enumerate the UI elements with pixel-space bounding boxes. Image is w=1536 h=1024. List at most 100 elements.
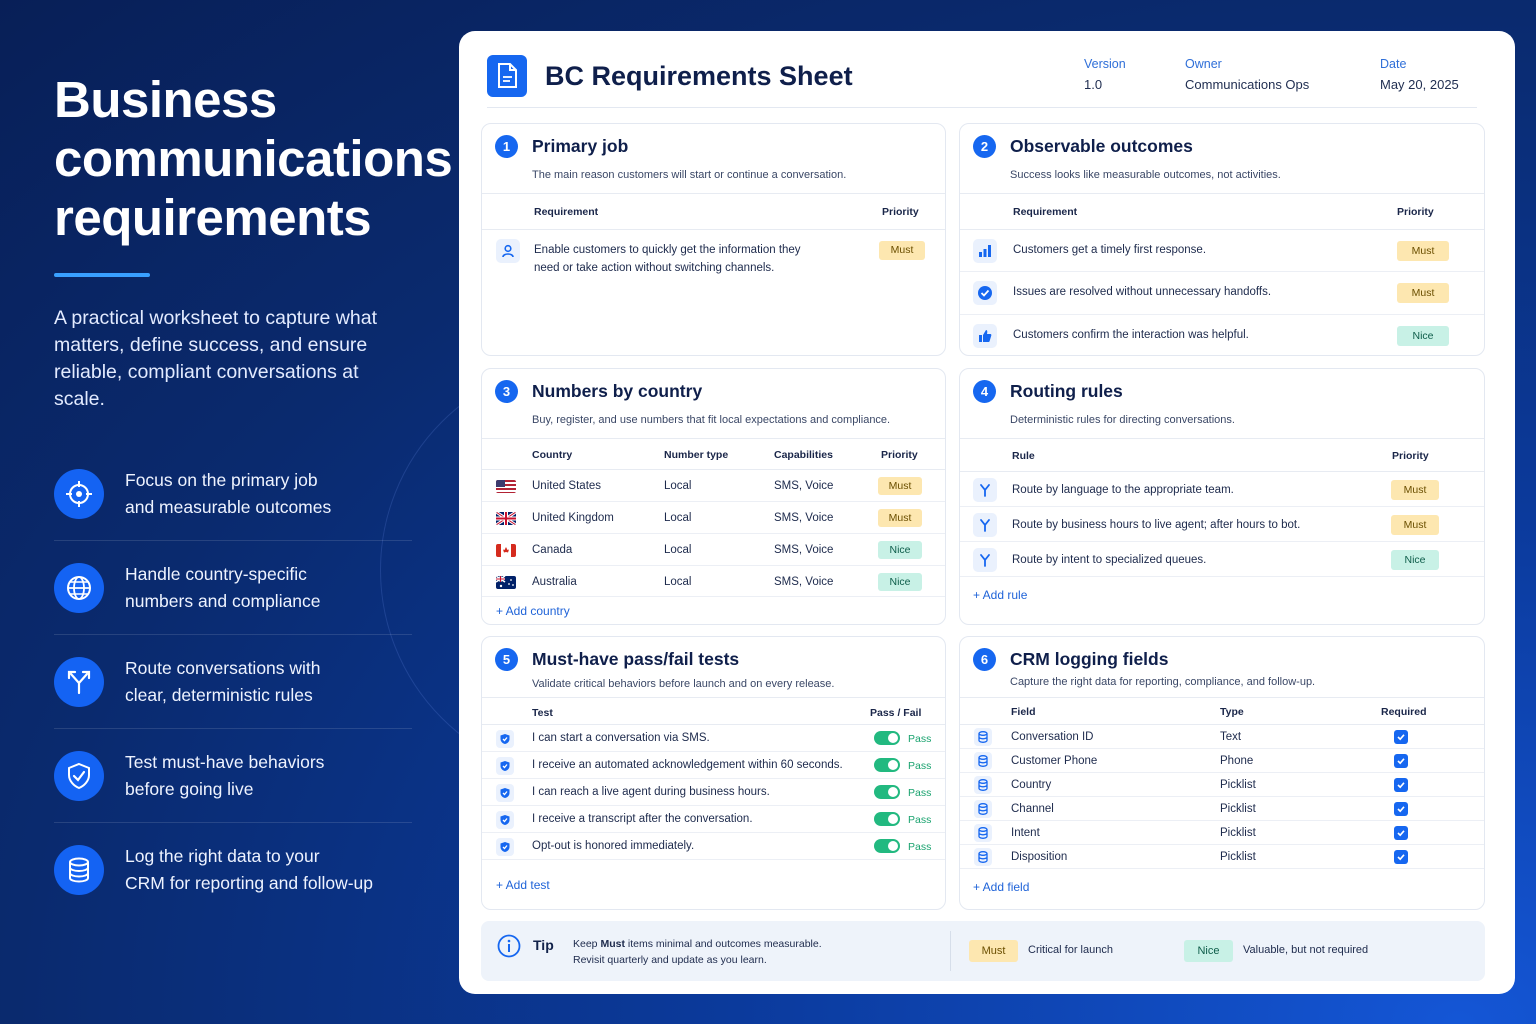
route-split-icon (973, 478, 997, 502)
pass-toggle[interactable] (874, 785, 900, 799)
shield-check-icon (496, 757, 514, 775)
crosshair-icon (54, 468, 104, 519)
info-icon (497, 934, 521, 958)
australia-flag-icon (496, 576, 516, 589)
section-numbers-by-country: 3 Numbers by country Buy, register, and … (481, 368, 946, 625)
table-row: Disposition Picklist (960, 845, 1484, 869)
required-checkbox[interactable] (1394, 850, 1408, 864)
route-split-icon (973, 548, 997, 572)
feature-item: Handle country-specific numbers and compl… (54, 541, 412, 635)
feature-item: Test must-have behaviors before going liv… (54, 729, 412, 823)
section-subtitle: The main reason customers will start or … (532, 169, 847, 181)
database-icon (974, 800, 992, 818)
pass-toggle[interactable] (874, 758, 900, 772)
required-checkbox[interactable] (1394, 730, 1408, 744)
table-row: I receive an automated acknowledgement w… (482, 752, 945, 779)
feature-item: Route conversations with clear, determini… (54, 635, 412, 729)
database-icon (974, 848, 992, 866)
table-row: Route by intent to specialized queues. N… (960, 542, 1484, 577)
table-row: Opt-out is honored immediately. Pass (482, 833, 945, 860)
route-split-icon (973, 513, 997, 537)
table-row: Customers get a timely first response. M… (960, 230, 1484, 272)
table-row: Enable customers to quickly get the info… (482, 230, 945, 290)
table-row: Conversation ID Text (960, 725, 1484, 749)
owner-meta: Owner Communications Ops (1185, 57, 1310, 92)
table-row: Channel Picklist (960, 797, 1484, 821)
table-row: I can reach a live agent during business… (482, 779, 945, 806)
section-subtitle: Success looks like measurable outcomes, … (1010, 169, 1281, 181)
table-row: Intent Picklist (960, 821, 1484, 845)
priority-badge: Must (1397, 241, 1449, 261)
document-icon (487, 55, 527, 97)
section-number: 1 (495, 135, 518, 158)
tip-bar: Tip Keep Must items minimal and outcomes… (481, 921, 1485, 981)
section-title: Primary job (532, 136, 629, 156)
table-header: Test Pass / Fail (482, 698, 945, 725)
add-test-button[interactable]: + Add test (496, 878, 550, 892)
priority-badge: Nice (878, 541, 922, 559)
section-number: 2 (973, 135, 996, 158)
section-number: 4 (973, 380, 996, 403)
section-subtitle: Validate critical behaviors before launc… (532, 678, 835, 690)
section-pass-fail-tests: 5 Must-have pass/fail tests Validate cri… (481, 636, 946, 910)
route-split-icon (54, 656, 104, 707)
table-row: Route by business hours to live agent; a… (960, 507, 1484, 542)
add-country-button[interactable]: + Add country (496, 604, 570, 618)
uk-flag-icon (496, 512, 516, 525)
must-legend-text: Critical for launch (1028, 944, 1113, 956)
table-row: I can start a conversation via SMS. Pass (482, 725, 945, 752)
section-title: Routing rules (1010, 381, 1123, 401)
bar-chart-icon (973, 239, 997, 263)
section-routing-rules: 4 Routing rules Deterministic rules for … (959, 368, 1485, 625)
pass-toggle[interactable] (874, 731, 900, 745)
sheet-header: BC Requirements Sheet Version 1.0 Owner … (487, 53, 1477, 108)
required-checkbox[interactable] (1394, 754, 1408, 768)
shield-check-icon (496, 838, 514, 856)
divider (950, 931, 951, 971)
table-row: Canada Local SMS, Voice Nice (482, 534, 945, 566)
shield-check-icon (496, 784, 514, 802)
section-subtitle: Deterministic rules for directing conver… (1010, 414, 1235, 426)
shield-check-icon (54, 750, 104, 801)
database-icon (974, 776, 992, 794)
globe-icon (54, 562, 104, 613)
priority-badge: Must (1397, 283, 1449, 303)
table-row: Customers confirm the interaction was he… (960, 315, 1484, 355)
pass-toggle[interactable] (874, 812, 900, 826)
add-rule-button[interactable]: + Add rule (973, 588, 1027, 602)
section-title: Must-have pass/fail tests (532, 649, 740, 669)
database-icon (974, 728, 992, 746)
required-checkbox[interactable] (1394, 802, 1408, 816)
intro-panel: Business communications requirements A p… (54, 70, 453, 917)
section-observable-outcomes: 2 Observable outcomes Success looks like… (959, 123, 1485, 356)
section-subtitle: Buy, register, and use numbers that fit … (532, 414, 891, 426)
us-flag-icon (496, 480, 516, 493)
table-header: Field Type Required (960, 698, 1484, 725)
must-legend-badge: Must (969, 940, 1018, 962)
priority-badge: Must (878, 509, 922, 527)
pass-toggle[interactable] (874, 839, 900, 853)
required-checkbox[interactable] (1394, 826, 1408, 840)
priority-badge: Must (879, 241, 925, 260)
section-title: Numbers by country (532, 381, 703, 401)
hero-title: Business communications requirements (54, 71, 453, 246)
table-header: Requirement Priority (482, 194, 945, 230)
nice-legend-badge: Nice (1184, 940, 1233, 962)
priority-badge: Must (878, 477, 922, 495)
date-meta: Date May 20, 2025 (1380, 57, 1459, 92)
required-checkbox[interactable] (1394, 778, 1408, 792)
thumbs-up-icon (973, 324, 997, 348)
feature-item: Focus on the primary job and measurable o… (54, 447, 412, 541)
version-meta: Version 1.0 (1084, 57, 1126, 92)
section-number: 6 (973, 648, 996, 671)
table-row: I receive a transcript after the convers… (482, 806, 945, 833)
priority-badge: Nice (1391, 550, 1439, 570)
check-circle-icon (973, 281, 997, 305)
table-header: Requirement Priority (960, 194, 1484, 230)
sheet-title: BC Requirements Sheet (545, 61, 853, 91)
table-row: Issues are resolved without unnecessary … (960, 272, 1484, 315)
add-field-button[interactable]: + Add field (973, 880, 1029, 894)
section-title: Observable outcomes (1010, 136, 1193, 156)
nice-legend-text: Valuable, but not required (1243, 944, 1369, 956)
priority-badge: Must (1391, 480, 1439, 500)
